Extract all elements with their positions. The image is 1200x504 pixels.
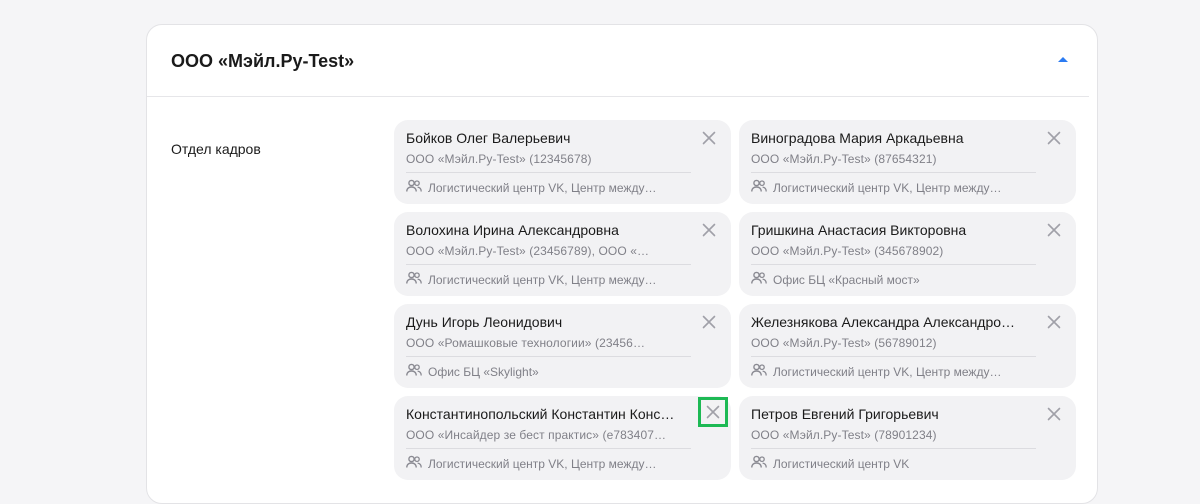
member-organization: ООО «Мэйл.Ру-Test» (23456789), ООО «…: [406, 244, 650, 258]
member-organization: ООО «Ромашковые технологии» (23456…: [406, 336, 646, 350]
member-location: Логистический центр VK, Центр между…: [751, 363, 1036, 381]
remove-member-button[interactable]: [1046, 314, 1062, 330]
member-location-text: Логистический центр VK, Центр между…: [773, 365, 1002, 379]
member-name: Волохина Ирина Александровна: [406, 222, 619, 238]
users-icon: [751, 179, 773, 198]
member-location: Офис БЦ «Skylight»: [406, 363, 691, 381]
remove-member-button[interactable]: [698, 397, 728, 427]
users-icon: [751, 271, 773, 290]
member-name: Дунь Игорь Леонидович: [406, 314, 563, 330]
users-icon: [751, 455, 773, 474]
close-icon: [1046, 131, 1062, 150]
member-name: Железнякова Александра Александро…: [751, 314, 1016, 330]
member-location: Логистический центр VK: [751, 455, 1036, 473]
users-icon: [751, 363, 773, 382]
member-organization: ООО «Инсайдер зе бест практис» (e783407…: [406, 428, 667, 442]
remove-member-button[interactable]: [1046, 130, 1062, 146]
member-card[interactable]: Бойков Олег Валерьевич ООО «Мэйл.Ру-Test»…: [394, 120, 731, 204]
member-location: Логистический центр VK, Центр между…: [406, 455, 691, 473]
close-icon: [701, 223, 717, 242]
chevron-up-icon: [1058, 57, 1068, 62]
member-card[interactable]: Гришкина Анастасия Викторовна ООО «Мэйл.Р…: [739, 212, 1076, 296]
member-location-text: Логистический центр VK, Центр между…: [428, 181, 657, 195]
divider: [751, 356, 1036, 357]
divider: [406, 172, 691, 173]
member-card[interactable]: Константинопольский Константин Конс… ООО …: [394, 396, 731, 480]
member-organization: ООО «Мэйл.Ру-Test» (78901234): [751, 428, 937, 442]
member-location: Логистический центр VK, Центр между…: [406, 271, 691, 289]
member-organization: ООО «Мэйл.Ру-Test» (56789012): [751, 336, 937, 350]
member-name: Бойков Олег Валерьевич: [406, 130, 571, 146]
panel-header[interactable]: ООО «Мэйл.Ру-Test»: [147, 25, 1089, 97]
users-icon: [406, 363, 428, 382]
divider: [751, 448, 1036, 449]
close-icon: [1046, 407, 1062, 426]
remove-member-button[interactable]: [701, 130, 717, 146]
divider: [406, 356, 691, 357]
member-location: Офис БЦ «Красный мост»: [751, 271, 1036, 289]
member-name: Гришкина Анастасия Викторовна: [751, 222, 967, 238]
users-icon: [406, 455, 428, 474]
close-icon: [1046, 315, 1062, 334]
member-location-text: Логистический центр VK, Центр между…: [773, 181, 1002, 195]
member-name: Петров Евгений Григорьевич: [751, 406, 939, 422]
divider: [406, 448, 691, 449]
close-icon: [1046, 223, 1062, 242]
member-location-text: Офис БЦ «Skylight»: [428, 365, 539, 379]
member-name: Виноградова Мария Аркадьевна: [751, 130, 964, 146]
divider: [751, 172, 1036, 173]
close-icon: [701, 315, 717, 334]
users-icon: [406, 271, 428, 290]
member-location-text: Офис БЦ «Красный мост»: [773, 273, 920, 287]
divider: [751, 264, 1036, 265]
users-icon: [406, 179, 428, 198]
remove-member-button[interactable]: [701, 314, 717, 330]
divider: [406, 264, 691, 265]
department-label: Отдел кадров: [171, 141, 261, 157]
member-location: Логистический центр VK, Центр между…: [406, 179, 691, 197]
member-name: Константинопольский Константин Конс…: [406, 406, 675, 422]
member-card[interactable]: Волохина Ирина Александровна ООО «Мэйл.Ру…: [394, 212, 731, 296]
organization-panel: ООО «Мэйл.Ру-Test» Отдел кадров Бойков О…: [146, 24, 1098, 504]
member-organization: ООО «Мэйл.Ру-Test» (12345678): [406, 152, 592, 166]
remove-member-button[interactable]: [701, 222, 717, 238]
member-card[interactable]: Дунь Игорь Леонидович ООО «Ромашковые тех…: [394, 304, 731, 388]
member-location: Логистический центр VK, Центр между…: [751, 179, 1036, 197]
member-location-text: Логистический центр VK, Центр между…: [428, 273, 657, 287]
member-card[interactable]: Виноградова Мария Аркадьевна ООО «Мэйл.Ру…: [739, 120, 1076, 204]
close-icon: [701, 131, 717, 150]
organization-title: ООО «Мэйл.Ру-Test»: [171, 51, 355, 71]
member-location-text: Логистический центр VK, Центр между…: [428, 457, 657, 471]
member-location-text: Логистический центр VK: [773, 457, 910, 471]
member-organization: ООО «Мэйл.Ру-Test» (345678902): [751, 244, 944, 258]
remove-member-button[interactable]: [1046, 222, 1062, 238]
member-card[interactable]: Петров Евгений Григорьевич ООО «Мэйл.Ру-T…: [739, 396, 1076, 480]
member-organization: ООО «Мэйл.Ру-Test» (87654321): [751, 152, 937, 166]
remove-member-button[interactable]: [1046, 406, 1062, 422]
collapse-button[interactable]: [1051, 47, 1075, 71]
member-card[interactable]: Железнякова Александра Александро… ООО «М…: [739, 304, 1076, 388]
